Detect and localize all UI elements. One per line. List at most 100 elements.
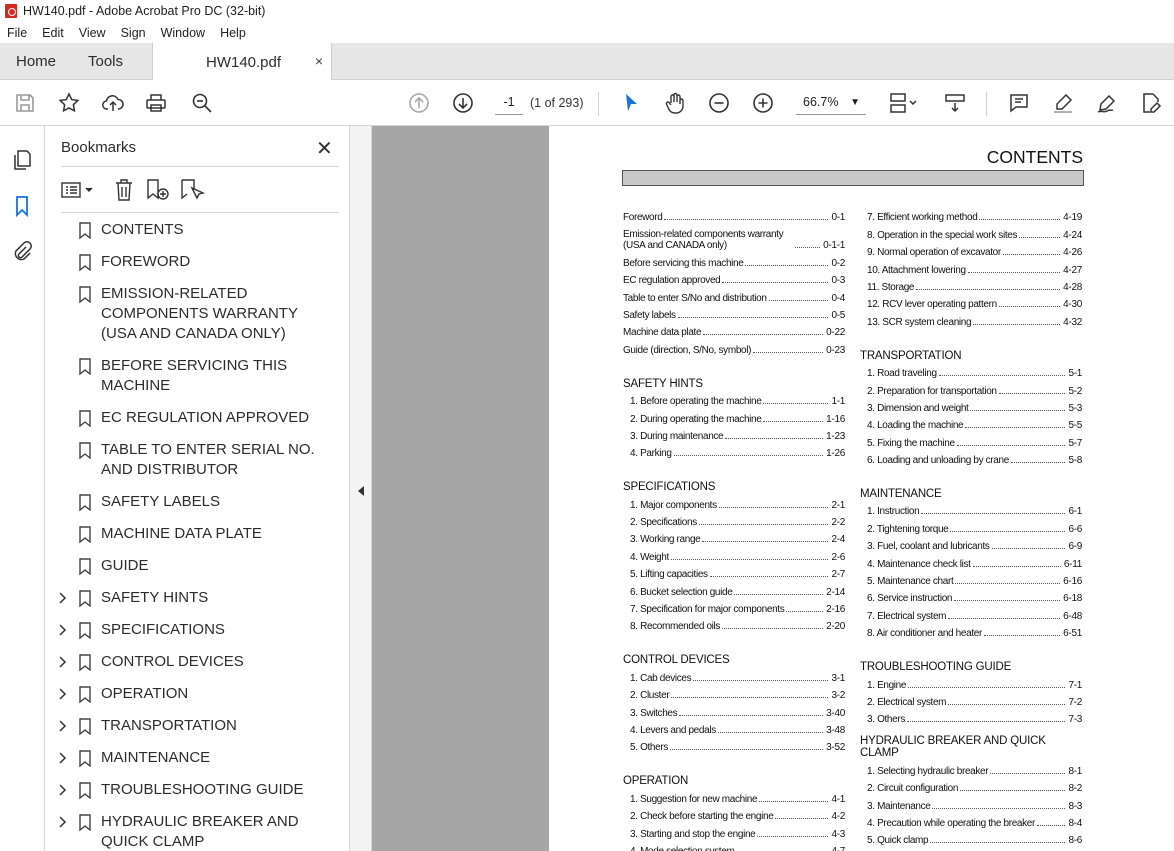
hand-tool-icon[interactable] [662,90,688,116]
toc-entry[interactable]: 8. Air conditioner and heater 6-51 [860,622,1082,639]
print-icon[interactable] [143,90,169,116]
select-cursor-icon[interactable] [618,90,644,116]
toc-entry[interactable]: Guide (direction, S/No, symbol) 0-23 [623,338,845,356]
toc-entry[interactable]: 2. Specifications 2-2 [623,511,845,528]
toc-entry[interactable]: 3. Starting and stop the engine 4-3 [623,822,845,840]
toc-entry[interactable]: 1. Road traveling 5-1 [860,362,1082,379]
toc-entry[interactable]: 2. Electrical system 7-2 [860,691,1082,708]
bookmark-item[interactable]: EC REGULATION APPROVED [45,408,330,428]
toc-entry[interactable]: 5. Maintenance chart 6-16 [860,570,1082,587]
scroll-mode-icon[interactable] [942,90,968,116]
menu-help[interactable]: Help [213,26,254,40]
toc-entry[interactable]: 6. Loading and unloading by crane 5-8 [860,449,1082,466]
toc-entry[interactable]: Foreword 0-1 [623,206,845,223]
attachments-paperclip-icon[interactable] [10,240,36,266]
toc-entry[interactable]: 2. Circuit configuration 8-2 [860,777,1082,794]
toc-entry[interactable]: 5. Quick clamp 8-6 [860,829,1082,846]
bookmark-item[interactable]: BEFORE SERVICING THIS MACHINE [45,356,330,396]
toc-entry[interactable]: 1. Suggestion for new machine 4-1 [623,787,845,805]
toc-entry[interactable]: Emission-related components warranty (US… [623,223,845,251]
toc-entry[interactable]: 7. Electrical system 6-48 [860,604,1082,622]
toc-entry[interactable]: 3. Working range 2-4 [623,528,845,545]
menu-view[interactable]: View [72,26,114,40]
toc-entry[interactable]: 9. Normal operation of excavator 4-26 [860,241,1082,258]
toc-entry[interactable]: 5. Others 3-52 [623,736,845,753]
menu-file[interactable]: File [0,26,35,40]
toc-entry[interactable]: 1. Instruction 6-1 [860,500,1082,517]
toc-entry[interactable]: 1. Engine 7-1 [860,673,1082,691]
toc-entry[interactable]: 13. SCR system cleaning 4-32 [860,310,1082,328]
document-view[interactable]: CONTENTS Foreword 0-1 Emission-related com… [372,126,1174,851]
page-thumbnails-icon[interactable] [10,148,36,174]
toc-entry[interactable]: 4. Maintenance check list 6-11 [860,552,1082,570]
bookmark-item[interactable]: TRANSPORTATION [45,716,330,736]
toc-entry[interactable]: Safety labels 0-5 [623,304,845,321]
toc-entry[interactable]: 4. Weight 2-6 [623,545,845,563]
bookmark-item[interactable]: TROUBLESHOOTING GUIDE [45,780,330,800]
chevron-right-icon[interactable] [58,624,68,636]
zoom-out-icon[interactable] [706,90,732,116]
toc-entry[interactable]: 7. Efficient working method 4-19 [860,206,1082,223]
bookmarks-panel-icon[interactable] [10,194,36,220]
toc-entry[interactable]: Machine data plate 0-22 [623,321,845,338]
toc-entry[interactable]: 11. Storage 4-28 [860,276,1082,293]
comment-icon[interactable] [1006,90,1032,116]
zoom-in-icon[interactable] [750,90,776,116]
toc-entry[interactable]: 3. Dimension and weight 5-3 [860,397,1082,414]
toc-entry[interactable]: 2. Cluster 3-2 [623,684,845,701]
toc-entry[interactable]: 4. Loading the machine 5-5 [860,414,1082,431]
toc-entry[interactable]: 2. During operating the machine 1-16 [623,407,845,425]
chevron-right-icon[interactable] [58,688,68,700]
close-panel-icon[interactable]: ✕ [316,136,333,161]
page-number-input[interactable]: -1 [495,90,523,115]
toc-entry[interactable]: 1. Major components 2-1 [623,493,845,511]
bookmark-item[interactable]: CONTROL DEVICES [45,652,330,672]
toc-entry[interactable]: 4. Levers and pedals 3-48 [623,719,845,736]
chevron-right-icon[interactable] [58,656,68,668]
toc-entry[interactable]: 6. Bucket selection guide 2-14 [623,580,845,598]
toc-entry[interactable]: 1. Cab devices 3-1 [623,666,845,684]
toc-entry[interactable]: 4. Parking 1-26 [623,442,845,459]
bookmark-item[interactable]: GUIDE [45,556,330,576]
toc-entry[interactable]: 3. Switches 3-40 [623,701,845,719]
new-bookmark-icon[interactable] [145,178,171,202]
chevron-right-icon[interactable] [58,592,68,604]
chevron-right-icon[interactable] [58,720,68,732]
bookmark-item[interactable]: HYDRAULIC BREAKER AND QUICK CLAMP [45,812,330,850]
toc-entry[interactable]: 1. Selecting hydraulic breaker 8-1 [860,759,1082,777]
toc-entry[interactable]: 2. Preparation for transportation 5-2 [860,379,1082,397]
star-icon[interactable] [56,90,82,116]
toc-entry[interactable]: 4. Precaution while operating the breake… [860,812,1082,829]
close-tab-icon[interactable]: × [315,53,323,69]
tab-tools[interactable]: Tools [88,43,123,80]
toc-entry[interactable]: 8. Recommended oils 2-20 [623,615,845,632]
chevron-right-icon[interactable] [58,816,68,828]
toc-entry[interactable]: 2. Check before starting the engine 4-2 [623,805,845,822]
toc-entry[interactable]: 2. Tightening torque 6-6 [860,517,1082,535]
toc-entry[interactable]: 3. During maintenance 1-23 [623,425,845,442]
chevron-right-icon[interactable] [58,784,68,796]
toc-entry[interactable]: Before servicing this machine 0-2 [623,251,845,269]
chevron-right-icon[interactable] [58,752,68,764]
bookmark-item[interactable]: MACHINE DATA PLATE [45,524,330,544]
toc-entry[interactable]: Table to enter S/No and distribution 0-4 [623,286,845,304]
toc-entry[interactable]: 10. Attachment lowering 4-27 [860,258,1082,276]
next-page-icon[interactable] [450,90,476,116]
menu-window[interactable]: Window [154,26,213,40]
bookmark-item[interactable]: EMISSION-RELATED COMPONENTS WARRANTY (US… [45,284,330,344]
menu-edit[interactable]: Edit [35,26,72,40]
delete-bookmark-icon[interactable] [113,178,135,202]
edit-document-icon[interactable] [1138,90,1164,116]
bookmark-item[interactable]: SAFETY HINTS [45,588,330,608]
toc-entry[interactable]: 5. Lifting capacities 2-7 [623,563,845,580]
highlight-pen-icon[interactable] [1050,90,1076,116]
menu-sign[interactable]: Sign [114,26,154,40]
bookmark-item[interactable]: MAINTENANCE [45,748,330,768]
bookmark-item[interactable]: CONTENTS [45,220,330,240]
panel-splitter[interactable] [349,126,372,851]
bookmark-item[interactable]: FOREWORD [45,252,330,272]
toc-entry[interactable]: 7. Specification for major components 2-1… [623,598,845,615]
search-zoom-icon[interactable] [189,90,215,116]
toc-entry[interactable]: 3. Maintenance 8-3 [860,794,1082,812]
zoom-level-select[interactable]: 66.7% ▼ [796,90,866,115]
